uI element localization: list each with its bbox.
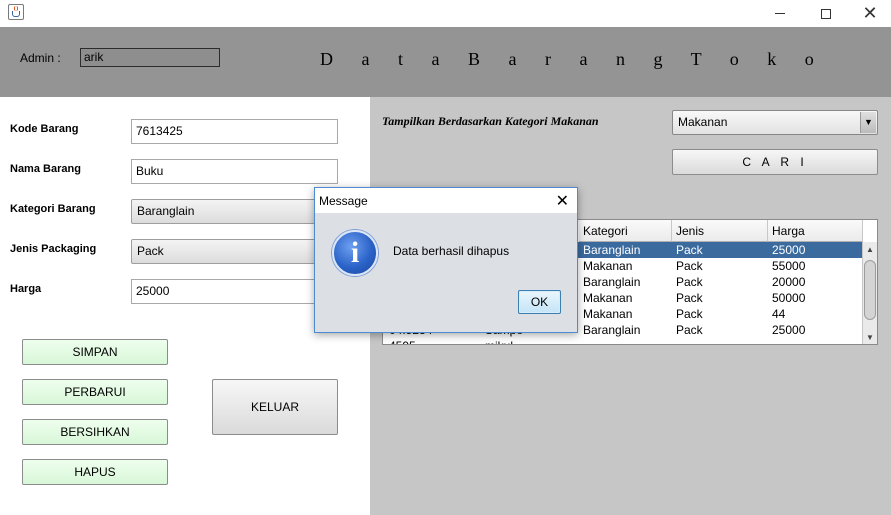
table-cell-harga[interactable]: 50000 bbox=[768, 290, 805, 306]
harga-field[interactable]: 25000 bbox=[131, 279, 338, 304]
dialog-title: Message bbox=[319, 194, 368, 208]
close-window-button[interactable]: ✕ bbox=[847, 0, 891, 27]
nama-barang-field[interactable]: Buku bbox=[131, 159, 338, 184]
table-cell-harga[interactable]: 25000 bbox=[768, 322, 805, 338]
table-cell-jenis[interactable]: Pack bbox=[672, 274, 703, 290]
ok-button[interactable]: OK bbox=[518, 290, 561, 314]
minimize-button[interactable] bbox=[757, 0, 803, 27]
table-cell-kategori[interactable]: Baranglain bbox=[579, 274, 640, 290]
jenis-packaging-combo[interactable]: Pack bbox=[131, 239, 338, 264]
table-cell-kategori[interactable]: Baranglain bbox=[579, 322, 640, 338]
dialog-message: Data berhasil dihapus bbox=[393, 244, 510, 258]
scrollbar-thumb[interactable] bbox=[864, 260, 876, 320]
kode-barang-label: Kode Barang bbox=[10, 123, 79, 135]
admin-label: Admin : bbox=[20, 51, 61, 65]
table-cell-harga[interactable]: 20000 bbox=[768, 274, 805, 290]
nama-barang-label: Nama Barang bbox=[10, 163, 81, 175]
jenis-packaging-label: Jenis Packaging bbox=[10, 243, 97, 255]
harga-label: Harga bbox=[10, 283, 42, 295]
cari-button[interactable]: C A R I bbox=[672, 149, 878, 175]
table-cell-kategori[interactable]: Baranglain bbox=[579, 242, 640, 258]
dialog-close-icon[interactable]: ✕ bbox=[556, 191, 569, 210]
close-icon: ✕ bbox=[862, 2, 878, 24]
table-cell-jenis[interactable]: Pack bbox=[672, 322, 703, 338]
page-title: D a t a B a r a n g T o k o bbox=[320, 49, 826, 69]
table-cell-jenis[interactable]: Pack bbox=[672, 242, 703, 258]
maximize-button[interactable] bbox=[803, 0, 849, 27]
kategori-barang-combo[interactable]: Baranglain bbox=[131, 199, 338, 224]
filter-label: Tampilkan Berdasarkan Kategori Makanan bbox=[382, 114, 599, 128]
kategori-filter-value: Makanan bbox=[678, 115, 728, 129]
scroll-up-icon[interactable]: ▲ bbox=[863, 242, 877, 256]
table-cell-harga[interactable]: 55000 bbox=[768, 258, 805, 274]
kategori-barang-label: Kategori Barang bbox=[10, 203, 96, 215]
bersihkan-button[interactable]: BERSIHKAN bbox=[22, 419, 168, 445]
table-cell-harga[interactable]: 44 bbox=[768, 306, 785, 322]
table-cell-kategori[interactable]: Makanan bbox=[579, 258, 632, 274]
message-dialog: Message ✕ i Data berhasil dihapus OK bbox=[314, 187, 578, 333]
java-icon bbox=[8, 4, 24, 20]
table-cell-kategori[interactable]: Makanan bbox=[579, 306, 632, 322]
table-cell-kode[interactable]: 4595 bbox=[385, 338, 416, 344]
table-cell-harga[interactable]: 25000 bbox=[768, 242, 805, 258]
table-cell-nama[interactable]: mikul bbox=[481, 338, 513, 344]
chevron-down-icon[interactable]: ▼ bbox=[860, 112, 876, 133]
kode-barang-field[interactable]: 7613425 bbox=[131, 119, 338, 144]
kategori-filter-combo[interactable]: Makanan ▼ bbox=[672, 110, 878, 135]
table-cell-jenis[interactable]: Pack bbox=[672, 306, 703, 322]
column-header-jenis[interactable]: Jenis bbox=[672, 220, 768, 242]
hapus-button[interactable]: HAPUS bbox=[22, 459, 168, 485]
info-icon: i bbox=[332, 230, 378, 276]
maximize-icon bbox=[821, 8, 831, 19]
simpan-button[interactable]: SIMPAN bbox=[22, 339, 168, 365]
column-header-harga[interactable]: Harga bbox=[768, 220, 863, 242]
table-cell-kategori[interactable]: Makanan bbox=[579, 290, 632, 306]
perbarui-button[interactable]: PERBARUI bbox=[22, 379, 168, 405]
table-cell-jenis[interactable]: Pack bbox=[672, 290, 703, 306]
minimize-icon bbox=[775, 13, 785, 14]
admin-field: arik bbox=[80, 48, 220, 67]
table-cell-jenis[interactable]: Pack bbox=[672, 258, 703, 274]
column-header-kategori[interactable]: Kategori bbox=[579, 220, 672, 242]
keluar-button[interactable]: KELUAR bbox=[212, 379, 338, 435]
table-scrollbar[interactable]: ▲ ▼ bbox=[862, 242, 877, 344]
dialog-title-bar: Message ✕ bbox=[315, 188, 577, 213]
scroll-down-icon[interactable]: ▼ bbox=[863, 330, 877, 344]
